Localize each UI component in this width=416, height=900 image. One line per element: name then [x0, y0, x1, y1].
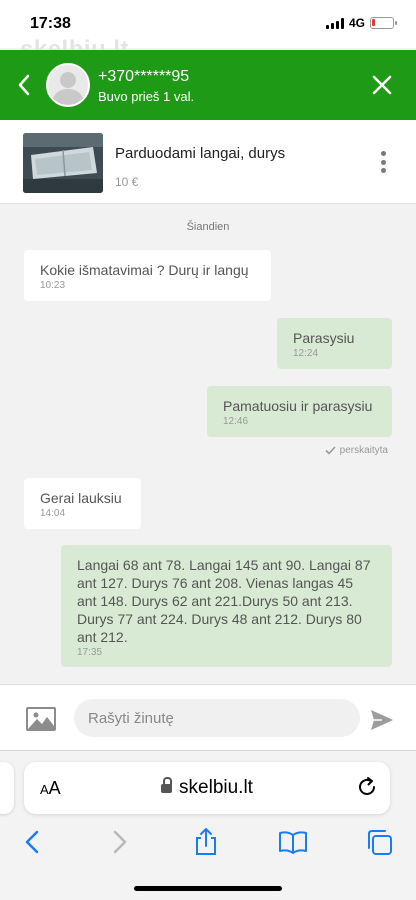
address-bar[interactable]: AA skelbiu.lt: [24, 762, 390, 814]
message-time: 14:04: [40, 508, 66, 519]
read-receipt-label: perskaityta: [339, 445, 388, 456]
status-indicators: 4G: [325, 16, 397, 30]
battery-icon: [370, 17, 397, 29]
message-composer: [0, 684, 416, 750]
avatar[interactable]: [46, 63, 90, 107]
tabs-icon[interactable]: [365, 827, 395, 857]
close-icon[interactable]: [372, 75, 392, 95]
message-bubble-incoming: Kokie išmatavimai ? Durų ir langų 10:23: [24, 250, 271, 301]
browser-toolbar: [0, 823, 416, 867]
lock-icon: [161, 777, 173, 794]
send-icon[interactable]: [370, 709, 394, 731]
browser-bottom-bar: AA skelbiu.lt: [0, 750, 416, 900]
message-time: 17:35: [77, 647, 103, 658]
contact-name: +370******95: [98, 68, 190, 85]
listing-price: 10 €: [115, 175, 139, 189]
kebab-icon[interactable]: [380, 151, 386, 173]
back-icon[interactable]: [12, 72, 36, 98]
checkmark-icon: [325, 446, 336, 455]
share-icon[interactable]: [191, 827, 221, 857]
image-icon[interactable]: [26, 707, 56, 731]
contact-status: Buvo prieš 1 val.: [98, 89, 195, 104]
reload-icon[interactable]: [356, 776, 378, 798]
read-receipt: perskaityta: [325, 445, 388, 456]
home-indicator[interactable]: [134, 886, 282, 891]
message-text: Langai 68 ant 78. Langai 145 ant 90. Lan…: [77, 557, 371, 645]
listing-card[interactable]: Parduodami langai, durys 10 €: [0, 120, 416, 204]
url-text: skelbiu.lt: [179, 777, 253, 798]
message-text: Parasysiu: [293, 330, 355, 346]
message-time: 12:46: [223, 416, 249, 427]
safari-forward-icon[interactable]: [104, 827, 134, 857]
listing-title[interactable]: Parduodami langai, durys: [115, 145, 285, 162]
message-text: Kokie išmatavimai ? Durų ir langų: [40, 262, 249, 278]
network-label: 4G: [348, 16, 365, 30]
signal-icon: [325, 17, 344, 29]
listing-thumbnail[interactable]: [23, 133, 103, 193]
url-display[interactable]: skelbiu.lt: [24, 777, 390, 799]
message-text: Pamatuosiu ir parasysiu: [223, 398, 373, 414]
status-time: 17:38: [30, 15, 71, 32]
bookmarks-icon[interactable]: [278, 827, 308, 857]
message-time: 10:23: [40, 280, 66, 291]
message-time: 12:24: [293, 348, 319, 359]
date-separator: Šiandien: [186, 221, 230, 233]
previous-tab-edge[interactable]: [0, 762, 14, 814]
safari-back-icon[interactable]: [18, 827, 48, 857]
message-bubble-outgoing: Parasysiu 12:24: [277, 318, 392, 369]
message-bubble-incoming: Gerai lauksiu 14:04: [24, 478, 141, 529]
message-text: Gerai lauksiu: [40, 490, 122, 506]
chat-header: +370******95 Buvo prieš 1 val.: [0, 50, 416, 120]
message-bubble-outgoing: Langai 68 ant 78. Langai 145 ant 90. Lan…: [61, 545, 392, 667]
message-bubble-outgoing: Pamatuosiu ir parasysiu 12:46: [207, 386, 392, 437]
message-input[interactable]: [74, 699, 360, 737]
